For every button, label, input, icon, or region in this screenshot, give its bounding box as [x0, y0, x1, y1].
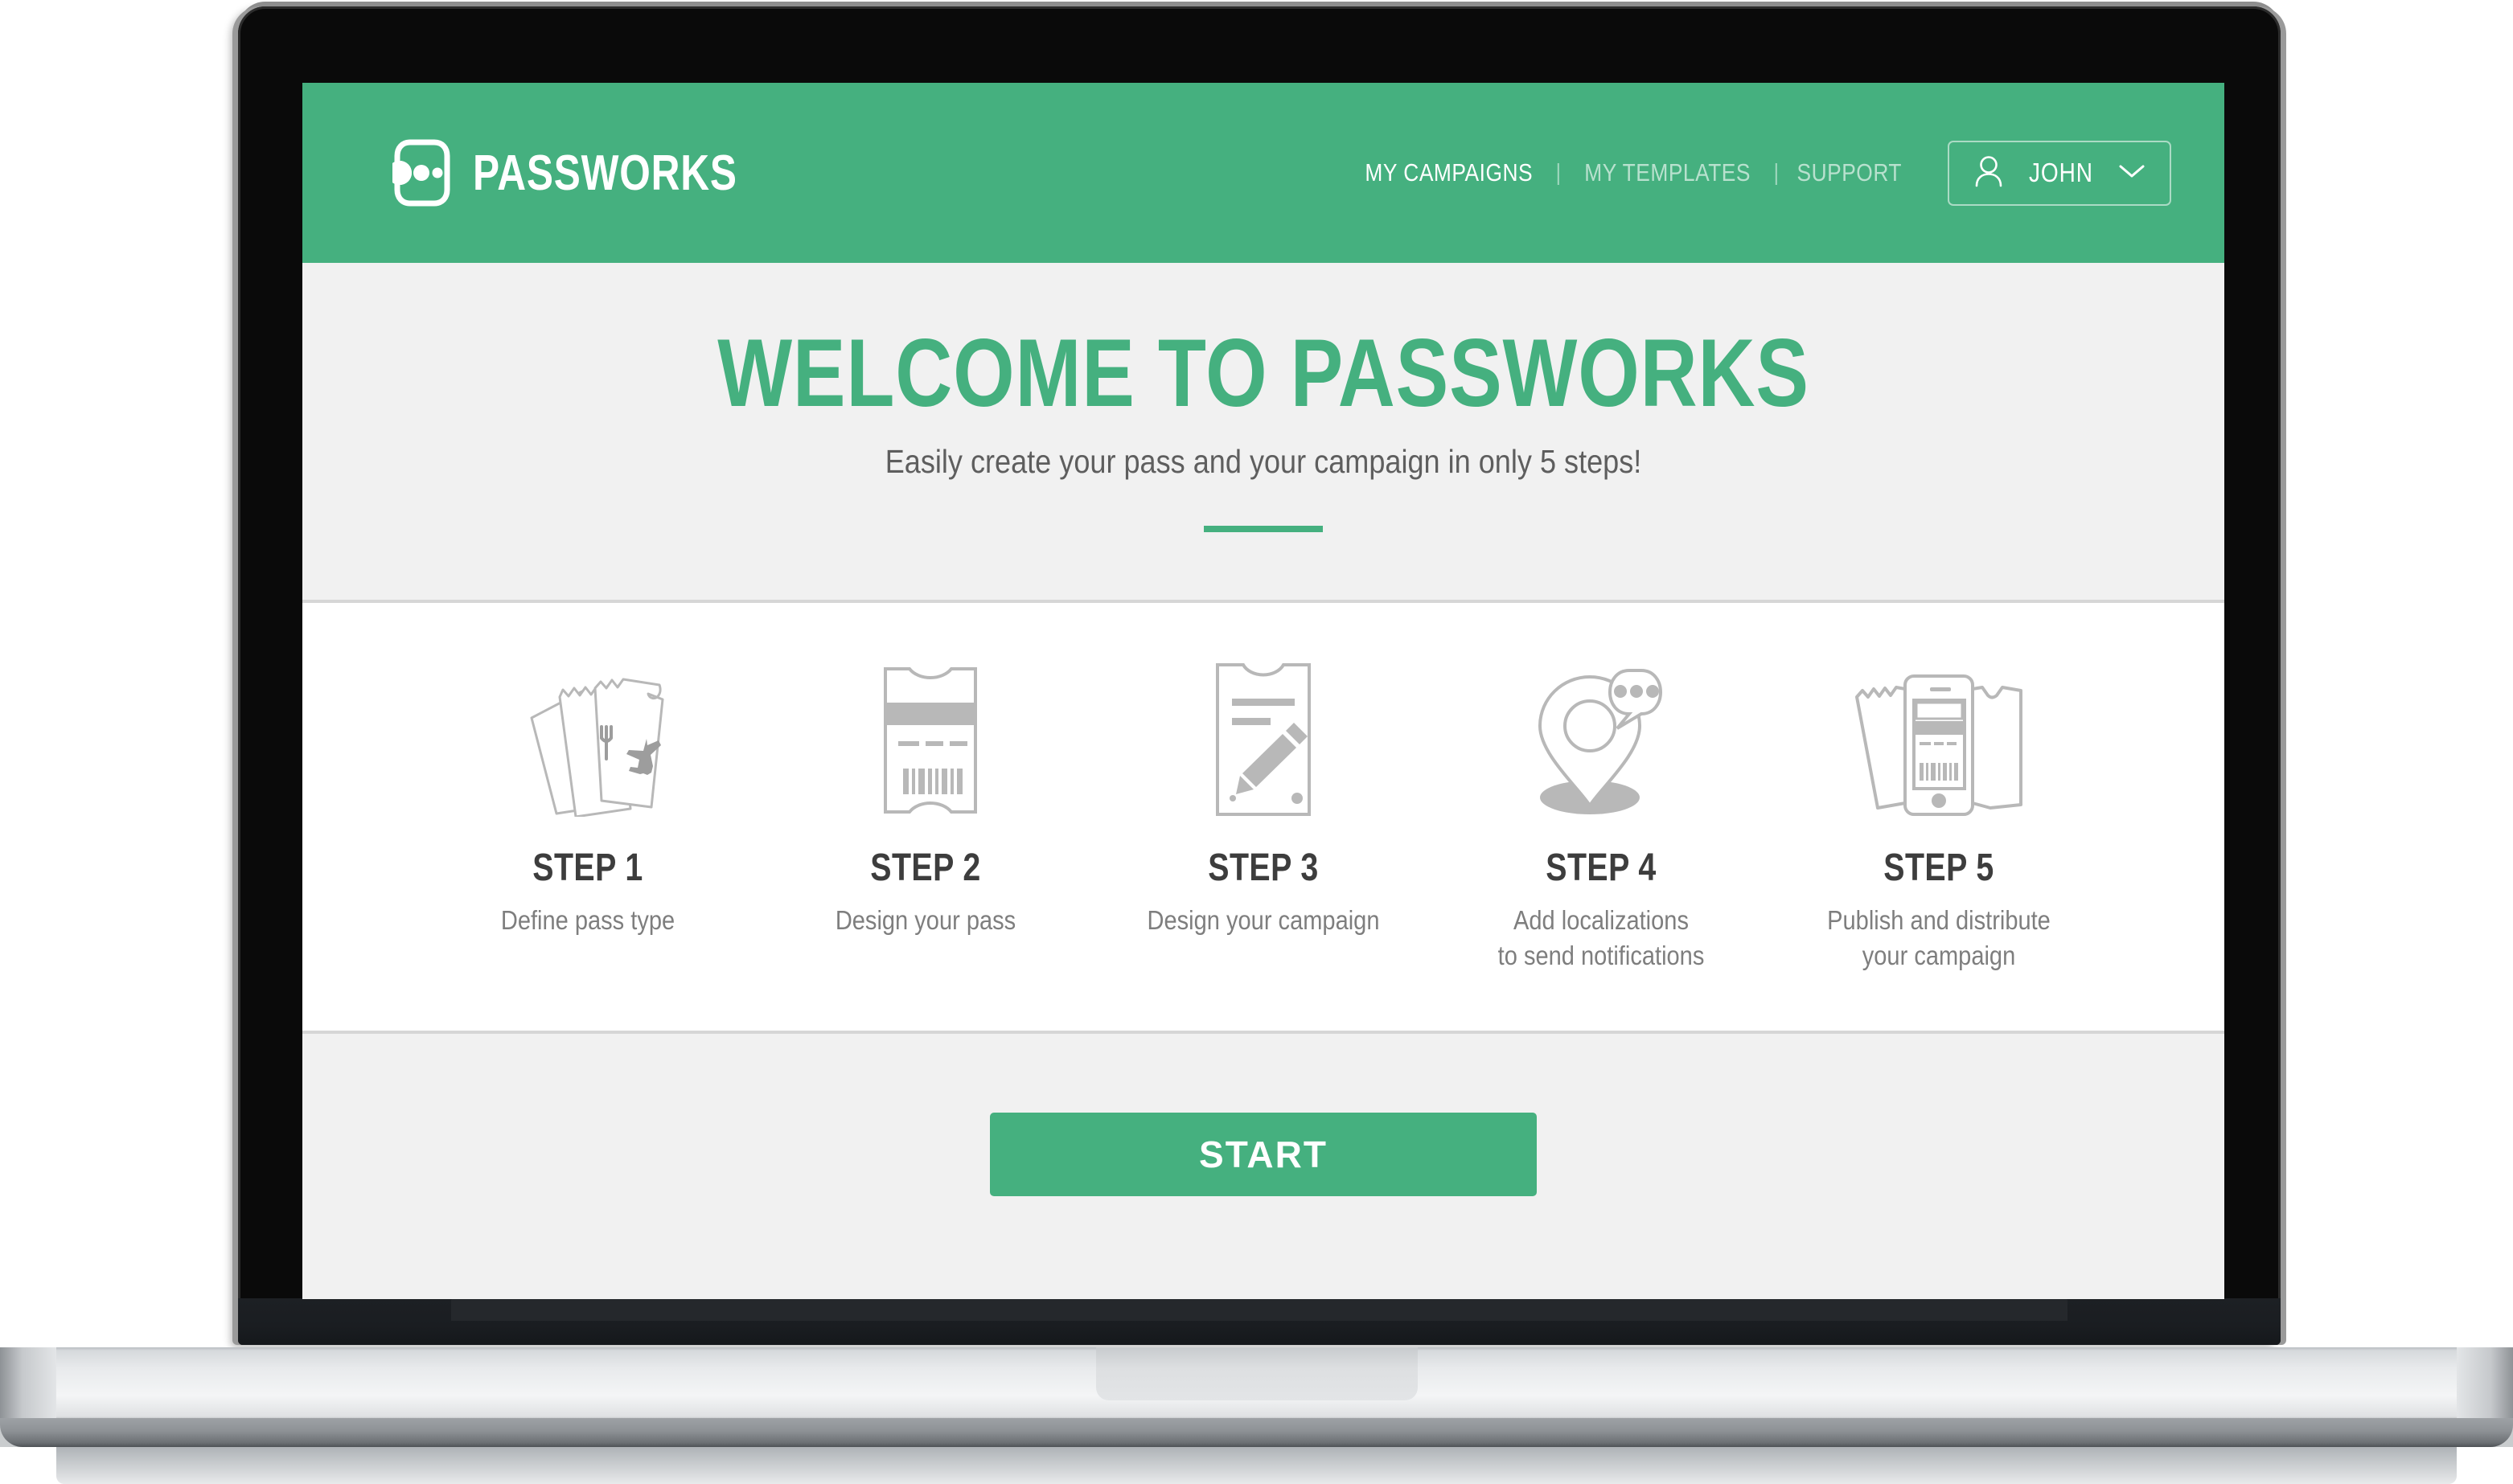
chevron-down-icon — [2118, 163, 2145, 183]
step-title: STEP 5 — [1883, 847, 1994, 890]
step-title: STEP 2 — [870, 847, 981, 890]
person-icon — [1973, 154, 2004, 193]
step-description: Design your campaign — [1147, 905, 1380, 936]
nav-separator: | — [1773, 159, 1780, 186]
laptop-base — [0, 1347, 2513, 1447]
laptop-base-left-edge — [0, 1347, 56, 1418]
laptop-lid-notch — [451, 1298, 2067, 1321]
laptop-base-lip — [0, 1418, 2513, 1447]
step-title: STEP 1 — [532, 847, 643, 890]
step-item-2: STEP 2 Design your pass — [757, 656, 1094, 938]
step-description: Add localizations to send notifications — [1497, 905, 1705, 970]
hero-divider — [1204, 526, 1323, 533]
hero-section: WELCOME TO PASSWORKS Easily create your … — [302, 263, 2224, 604]
pencil-card-icon — [1094, 656, 1432, 825]
step-description: Define pass type — [500, 905, 675, 936]
tickets-fan-icon — [419, 656, 757, 825]
step-item-1: STEP 1 Define pass type — [419, 656, 757, 938]
passworks-dots-logo-icon — [388, 138, 452, 207]
brand-name: PASSWORKS — [473, 145, 737, 201]
user-name-label: JOHN — [2029, 158, 2093, 187]
start-button[interactable]: START — [990, 1113, 1537, 1197]
page-subtitle: Easily create your pass and your campaig… — [885, 443, 1642, 481]
step-description: Publish and distribute your campaign — [1827, 905, 2051, 970]
step-title: STEP 3 — [1208, 847, 1319, 890]
nav-item-support[interactable]: SUPPORT — [1796, 158, 1901, 187]
nav-separator: | — [1555, 159, 1562, 186]
steps-section: STEP 1 Define pass type STEP 2 Design yo… — [302, 603, 2224, 1035]
step-description: Design your pass — [835, 905, 1016, 936]
map-pin-message-icon — [1432, 656, 1770, 825]
laptop-shadow — [56, 1447, 2457, 1484]
page-title: WELCOME TO PASSWORKS — [717, 319, 1809, 427]
laptop-base-notch — [1095, 1347, 1418, 1400]
cta-section: START — [302, 1034, 2224, 1299]
laptop-base-right-edge — [2457, 1347, 2513, 1418]
step-title: STEP 4 — [1546, 847, 1657, 890]
laptop-mockup: PASSWORKS MY CAMPAIGNS | MY TEMPLATES | … — [0, 0, 2513, 1484]
nav-item-my-campaigns[interactable]: MY CAMPAIGNS — [1365, 158, 1533, 187]
phone-passes-icon — [1770, 656, 2108, 825]
app-header: PASSWORKS MY CAMPAIGNS | MY TEMPLATES | … — [302, 83, 2224, 263]
step-item-4: STEP 4 Add localizations to send notific… — [1432, 656, 1770, 973]
step-item-5: STEP 5 Publish and distribute your campa… — [1770, 656, 2108, 973]
nav-item-my-templates[interactable]: MY TEMPLATES — [1584, 158, 1751, 187]
main-nav: MY CAMPAIGNS | MY TEMPLATES | SUPPORT JO… — [1350, 140, 2171, 206]
barcode-pass-icon — [757, 656, 1094, 825]
brand-logo[interactable]: PASSWORKS — [388, 138, 803, 207]
browser-screen: PASSWORKS MY CAMPAIGNS | MY TEMPLATES | … — [302, 83, 2224, 1299]
user-menu-button[interactable]: JOHN — [1948, 140, 2171, 206]
step-item-3: STEP 3 Design your campaign — [1094, 656, 1432, 938]
